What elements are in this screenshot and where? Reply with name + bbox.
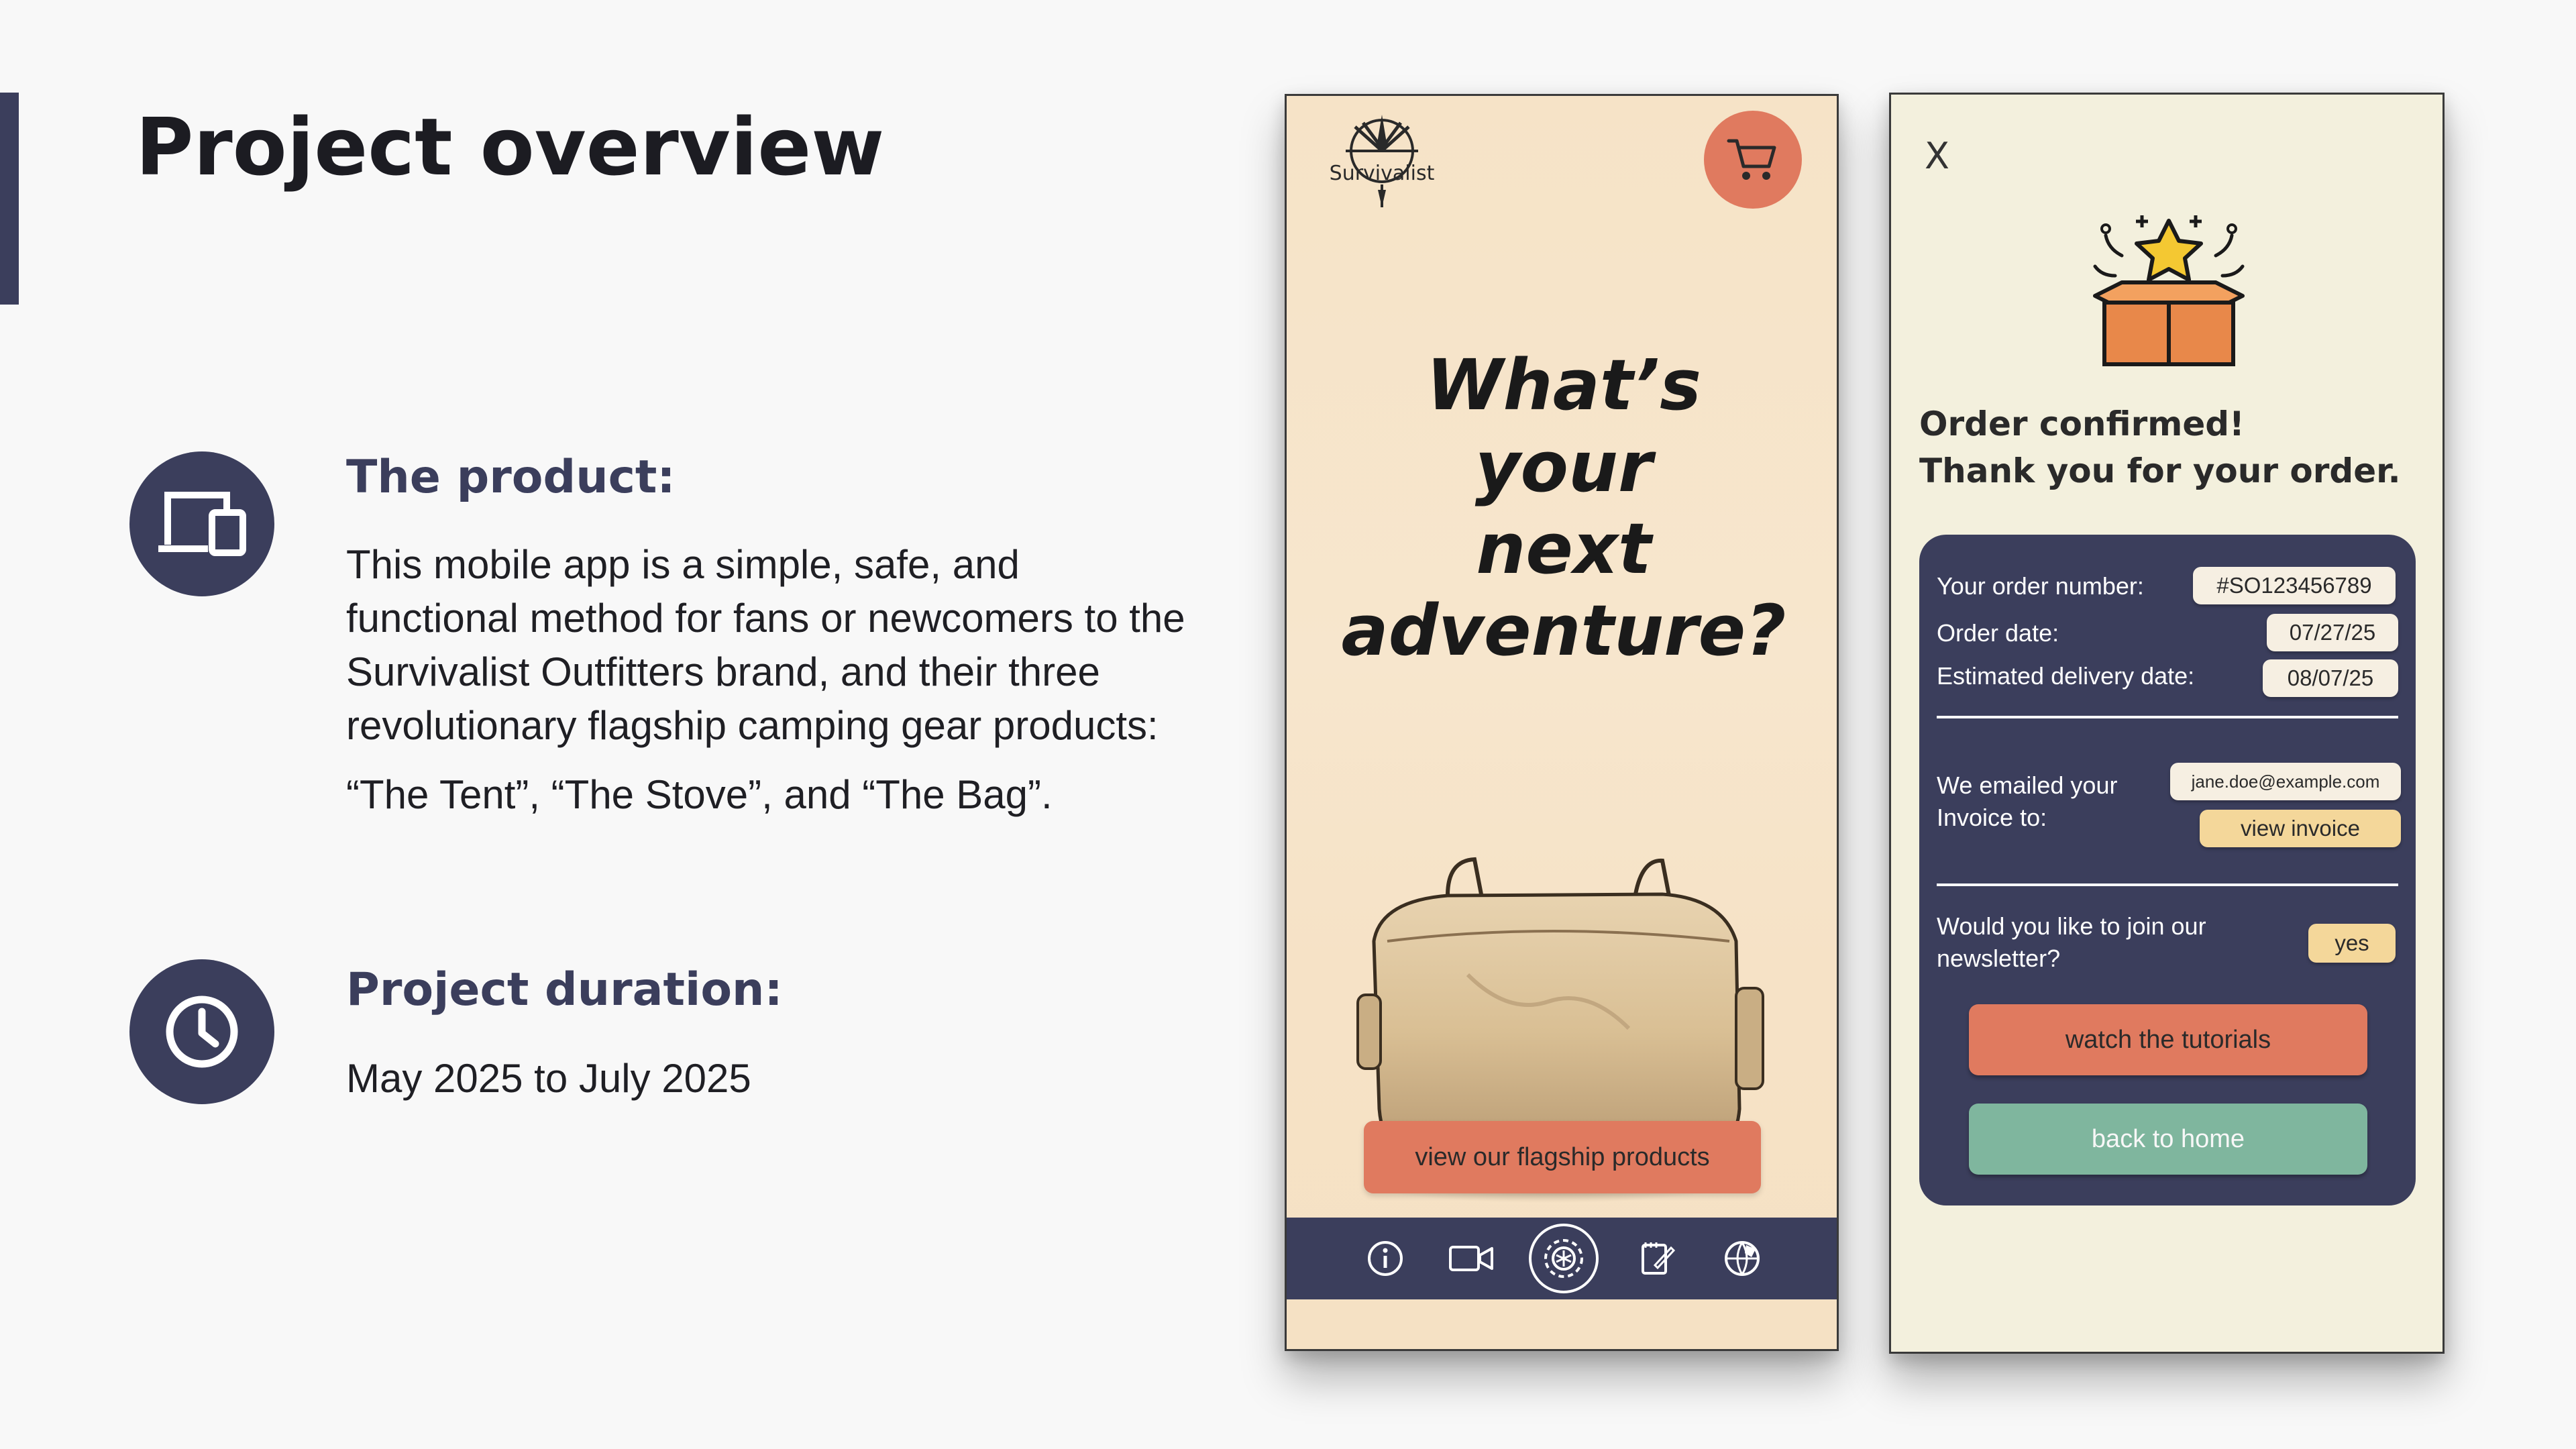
cart-icon [1727,139,1776,180]
newsletter-yes-button[interactable]: yes [2308,924,2396,963]
order-date-value: 07/27/25 [2267,614,2398,651]
order-summary-card: Your order number: #SO123456789 Order da… [1919,535,2416,1205]
duration-heading: Project duration: [346,963,783,1016]
accent-bar [0,93,19,305]
order-number-label: Your order number: [1937,572,2144,600]
newsletter-label: Would you like to join our newsletter? [1937,910,2206,975]
product-heading: The product: [346,451,676,504]
product-list: “The Tent”, “The Stove”, and “The Bag”. [346,772,1053,817]
emailed-label-line-2: Invoice to: [1937,804,2047,831]
email-value: jane.doe@example.com [2170,763,2401,800]
newsletter-line-2: newsletter? [1937,945,2061,972]
newsletter-line-1: Would you like to join our [1937,912,2206,940]
survivalist-logo: Survivalist [1328,109,1436,210]
logo-text: Survivalist [1329,162,1435,185]
order-confirmed-title: Order confirmed! Thank you for your orde… [1919,400,2401,494]
phone-order-confirmed-screen: X Order confirmed! Thank you for your or… [1889,93,2445,1354]
delivery-date-value: 08/07/25 [2263,659,2398,697]
order-number-value: #SO123456789 [2193,567,2396,604]
clock-icon [129,959,274,1104]
view-invoice-button[interactable]: view invoice [2200,810,2401,847]
gift-box-star-icon [2082,209,2256,370]
emailed-invoice-label: We emailed your Invoice to: [1937,769,2117,834]
video-icon[interactable] [1443,1230,1499,1287]
globe-icon[interactable] [1714,1230,1770,1287]
order-date-label: Order date: [1937,619,2059,647]
divider [1937,883,2398,886]
product-description: This mobile app is a simple, safe, and f… [346,542,1185,748]
delivery-date-label: Estimated delivery date: [1937,662,2195,690]
bottom-nav-bar [1287,1218,1837,1299]
view-flagship-products-button[interactable]: view our flagship products [1364,1121,1761,1193]
page-title: Project overview [136,101,885,193]
devices-icon [129,451,274,596]
duration-text: May 2025 to July 2025 [346,1056,751,1101]
info-icon[interactable] [1357,1230,1413,1287]
watch-tutorials-button[interactable]: watch the tutorials [1969,1004,2367,1075]
hero-heading: What’s your next adventure? [1341,344,1786,672]
notes-icon[interactable] [1628,1230,1684,1287]
divider [1937,716,2398,718]
emailed-label-line-1: We emailed your [1937,771,2118,799]
cart-button[interactable] [1704,111,1802,209]
title-line-1: Order confirmed! [1919,405,2245,443]
title-line-2: Thank you for your order. [1919,451,2401,490]
phone-home-screen: Survivalist What’s your next adventure? [1285,94,1839,1351]
gear-icon[interactable] [1529,1224,1599,1293]
back-to-home-button[interactable]: back to home [1969,1104,2367,1175]
close-button[interactable]: X [1925,135,1949,177]
